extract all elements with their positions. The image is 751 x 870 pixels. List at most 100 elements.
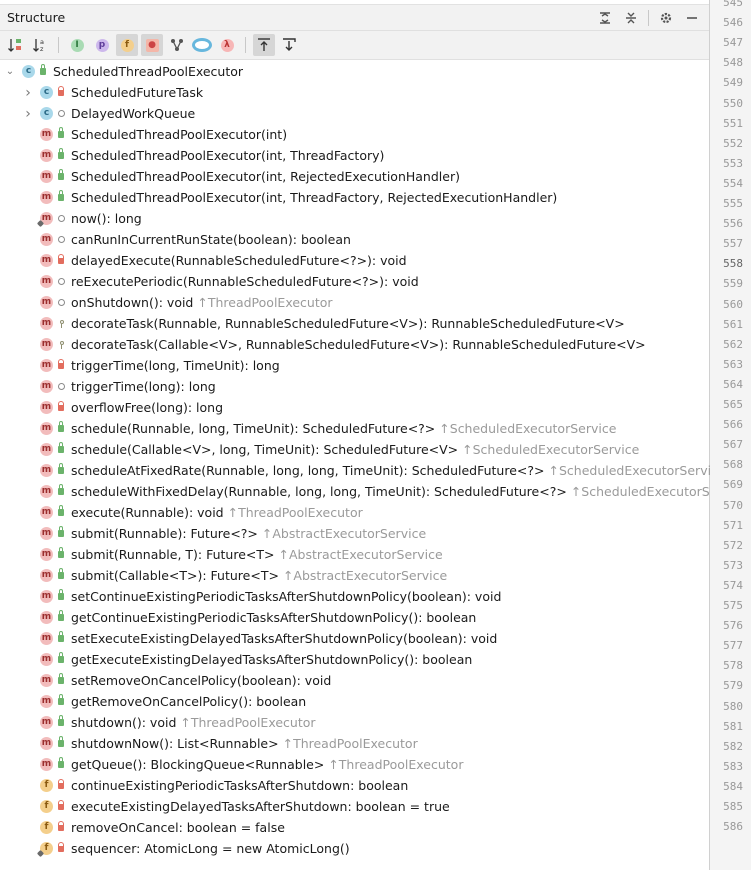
tree-row[interactable]: m setExecuteExistingDelayedTasksAfterShut… — [22, 628, 497, 649]
tree-row[interactable]: › c DelayedWorkQueue — [22, 103, 195, 124]
tree-row[interactable]: m decorateTask(Runnable, RunnableSchedule… — [22, 313, 625, 334]
tree-row[interactable]: m ScheduledThreadPoolExecutor(int) — [22, 124, 287, 145]
inherited-from-label: ↑AbstractExecutorService — [282, 568, 448, 583]
tree-item-label: onShutdown(): void — [71, 295, 194, 310]
chevron-right-icon[interactable]: › — [22, 106, 34, 122]
tree-row[interactable]: m getQueue(): BlockingQueue<Runnable> ↑Thr… — [22, 754, 463, 775]
tree-row[interactable]: m schedule(Runnable, long, TimeUnit): Sch… — [22, 418, 616, 439]
show-lambdas-icon[interactable] — [191, 34, 213, 56]
tree-row[interactable]: m setContinueExistingPeriodicTasksAfterSh… — [22, 586, 501, 607]
tree-row[interactable]: m triggerTime(long): long — [22, 376, 216, 397]
public-lock-icon — [55, 463, 67, 477]
show-anonymous-classes-icon[interactable] — [166, 34, 188, 56]
tree-row[interactable]: m submit(Callable<T>): Future<T> ↑Abstract… — [22, 565, 447, 586]
tree-item-label: overflowFree(long): long — [71, 400, 224, 415]
tree-row[interactable]: m delayedExecute(RunnableScheduledFuture<… — [22, 250, 407, 271]
expand-all-icon[interactable] — [594, 8, 616, 28]
tree-item-label: shutdown(): void — [71, 715, 177, 730]
show-lambda-icon[interactable]: λ — [216, 34, 238, 56]
line-number: 562 — [723, 337, 743, 351]
tree-item-label: schedule(Callable<V>, long, TimeUnit): S… — [71, 442, 459, 457]
tree-row[interactable]: m getExecuteExistingDelayedTasksAfterShut… — [22, 649, 472, 670]
show-inherited-icon[interactable]: I — [66, 34, 88, 56]
package-visibility-icon — [55, 108, 67, 120]
tree-row[interactable]: m submit(Runnable, T): Future<T> ↑Abstract… — [22, 544, 443, 565]
line-number: 582 — [723, 739, 743, 753]
tree-item-label: ScheduledThreadPoolExecutor(int, Rejecte… — [71, 169, 460, 184]
tree-item-label: getContinueExistingPeriodicTasksAfterShu… — [71, 610, 477, 625]
tree-item-label: continueExistingPeriodicTasksAfterShutdo… — [71, 778, 409, 793]
tree-item-label: scheduleAtFixedRate(Runnable, long, long… — [71, 463, 545, 478]
autoscroll-from-source-icon[interactable] — [278, 34, 300, 56]
chevron-right-icon[interactable]: › — [22, 85, 34, 101]
tree-row[interactable]: m scheduleWithFixedDelay(Runnable, long, … — [22, 481, 748, 502]
tree-row[interactable]: m shutdown(): void ↑ThreadPoolExecutor — [22, 712, 316, 733]
tree-row[interactable]: m overflowFree(long): long — [22, 397, 223, 418]
tree-item-label: sequencer: AtomicLong = new AtomicLong() — [71, 841, 350, 856]
tree-row[interactable]: m canRunInCurrentRunState(boolean): boole… — [22, 229, 351, 250]
tree-item-label: now(): long — [71, 211, 142, 226]
line-number: 575 — [723, 599, 743, 612]
tree-row[interactable]: ⌄ c ScheduledThreadPoolExecutor — [4, 61, 243, 82]
lambda-ring-icon — [192, 38, 212, 52]
tree-row[interactable]: m submit(Runnable): Future<?> ↑AbstractExe… — [22, 523, 426, 544]
method-icon: m — [40, 716, 53, 729]
method-icon: m — [40, 758, 53, 771]
show-fields-icon[interactable]: f — [116, 34, 138, 56]
tree-row[interactable]: f executeExistingDelayedTasksAfterShutdow… — [22, 796, 450, 817]
package-visibility-icon — [55, 213, 67, 225]
public-lock-icon — [55, 484, 67, 498]
tree-row[interactable]: m triggerTime(long, TimeUnit): long — [22, 355, 280, 376]
line-number: 565 — [723, 398, 743, 411]
method-icon: m — [40, 233, 53, 246]
inherited-from-label: ↑ThreadPoolExecutor — [328, 757, 464, 772]
line-number: 551 — [723, 116, 743, 130]
public-lock-icon — [55, 568, 67, 582]
sort-by-visibility-icon[interactable] — [4, 34, 26, 56]
line-number: 548 — [723, 56, 743, 70]
method-icon: m — [40, 359, 53, 372]
tree-row[interactable]: m reExecutePeriodic(RunnableScheduledFutu… — [22, 271, 419, 292]
tree-row[interactable]: m getRemoveOnCancelPolicy(): boolean — [22, 691, 306, 712]
tree-row[interactable]: f continueExistingPeriodicTasksAfterShutd… — [22, 775, 408, 796]
tree-row[interactable]: m onShutdown(): void ↑ThreadPoolExecutor — [22, 292, 333, 313]
collapse-all-icon[interactable] — [620, 8, 642, 28]
svg-text:z: z — [40, 45, 44, 53]
public-lock-icon — [55, 736, 67, 750]
private-lock-icon — [55, 799, 67, 813]
tree-row[interactable]: m ScheduledThreadPoolExecutor(int, Thread… — [22, 145, 384, 166]
line-number: 547 — [723, 36, 743, 50]
package-visibility-icon — [55, 276, 67, 288]
autoscroll-to-source-icon[interactable] — [253, 34, 275, 56]
panel-title: Structure — [7, 10, 66, 25]
line-number: 569 — [723, 478, 743, 492]
tree-row[interactable]: m shutdownNow(): List<Runnable> ↑ThreadPoo… — [22, 733, 418, 754]
interface-badge-icon: I — [70, 38, 84, 52]
chevron-down-icon[interactable]: ⌄ — [4, 66, 16, 77]
sort-alphabetically-icon[interactable]: az — [29, 34, 51, 56]
line-number: 568 — [723, 458, 743, 472]
tree-item-label: removeOnCancel: boolean = false — [71, 820, 285, 835]
settings-icon[interactable] — [655, 8, 677, 28]
tree-row[interactable]: m ScheduledThreadPoolExecutor(int, Thread… — [22, 187, 557, 208]
tree-row[interactable]: m setRemoveOnCancelPolicy(boolean): void — [22, 670, 331, 691]
tree-row[interactable]: m schedule(Callable<V>, long, TimeUnit): … — [22, 439, 639, 460]
line-number: 579 — [723, 679, 743, 693]
method-icon: m — [40, 632, 53, 645]
minimize-icon[interactable] — [681, 8, 703, 28]
tree-item-label: triggerTime(long, TimeUnit): long — [71, 358, 280, 373]
tree-row[interactable]: m execute(Runnable): void ↑ThreadPoolExecu… — [22, 502, 363, 523]
tree-row[interactable]: m scheduleAtFixedRate(Runnable, long, lon… — [22, 460, 726, 481]
show-non-public-icon[interactable]: ● — [141, 34, 163, 56]
show-properties-icon[interactable]: p — [91, 34, 113, 56]
tree-row[interactable]: f removeOnCancel: boolean = false — [22, 817, 285, 838]
tree-row[interactable]: › c ScheduledFutureTask — [22, 82, 203, 103]
tree-row[interactable]: m decorateTask(Callable<V>, RunnableSched… — [22, 334, 646, 355]
method-icon: m — [40, 737, 53, 750]
line-number: 564 — [723, 377, 743, 391]
tree-row[interactable]: m ScheduledThreadPoolExecutor(int, Reject… — [22, 166, 460, 187]
tree-row[interactable]: m getContinueExistingPeriodicTasksAfterSh… — [22, 607, 476, 628]
tree-row[interactable]: m now(): long — [22, 208, 142, 229]
tree-row[interactable]: f sequencer: AtomicLong = new AtomicLong(… — [22, 838, 350, 859]
public-lock-icon — [55, 127, 67, 141]
